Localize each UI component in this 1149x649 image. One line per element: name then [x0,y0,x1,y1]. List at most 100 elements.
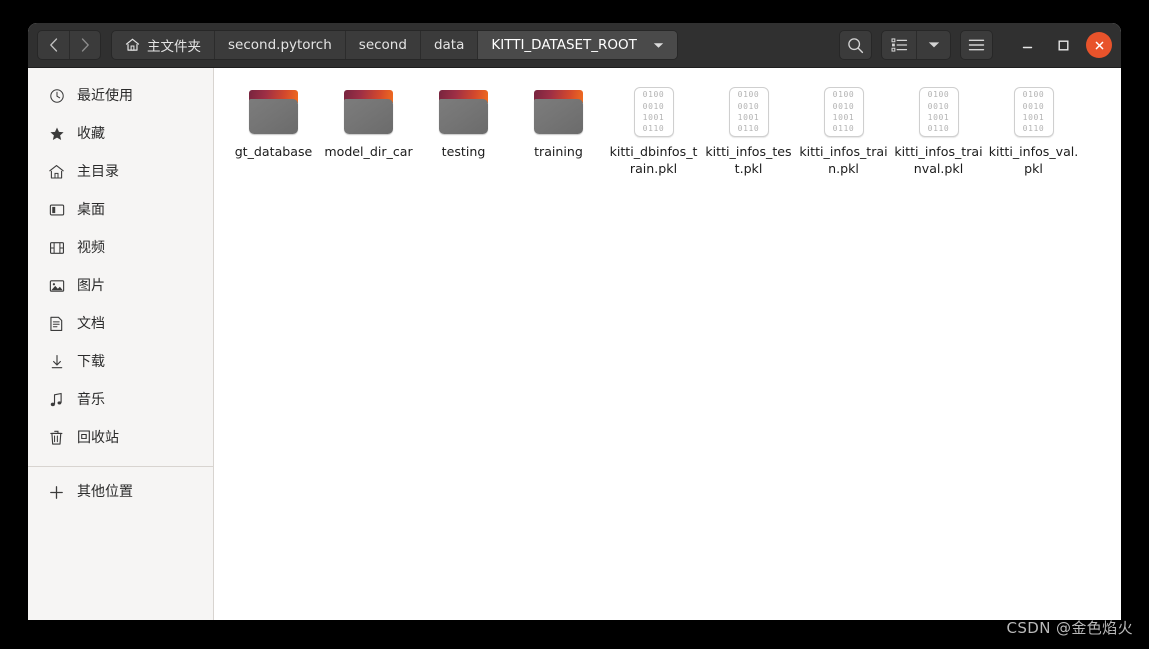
binary-row: 1001 [832,113,855,122]
folder-icon [341,86,397,138]
maximize-icon [1058,40,1069,51]
binary-row: 0010 [737,101,760,111]
star-icon [48,126,65,143]
breadcrumb-item-second-pytorch[interactable]: second.pytorch [214,31,345,59]
binary-file-icon: 0100 0010 1001 0110 [911,86,967,138]
plus-icon [48,484,65,501]
close-button[interactable] [1086,32,1112,58]
close-icon [1095,41,1103,49]
binary-row: 0010 [832,101,855,111]
breadcrumb-label: second.pytorch [228,37,332,53]
file-item-folder[interactable]: gt_database [226,80,321,181]
sidebar-item-home[interactable]: 主目录 [32,153,209,191]
navigation-buttons [37,30,101,60]
sidebar-item-label: 主目录 [77,164,119,180]
file-item-binary[interactable]: 0100 0010 1001 0110 kitti_infos_train.pk… [796,80,891,181]
sidebar-item-videos[interactable]: 视频 [32,229,209,267]
sidebar-item-desktop[interactable]: 桌面 [32,191,209,229]
binary-row: 1001 [737,113,760,122]
file-item-label: kitti_infos_test.pkl [705,144,792,176]
folder-icon [246,86,302,138]
binary-row: 0010 [1022,101,1045,111]
file-item-folder[interactable]: training [511,80,606,181]
breadcrumb-label: data [433,37,465,53]
sidebar-item-label: 视频 [77,240,105,256]
sidebar-item-label: 回收站 [77,430,119,446]
sidebar-item-label: 图片 [77,278,105,294]
sidebar-item-recent[interactable]: 最近使用 [32,77,209,115]
file-item-binary[interactable]: 0100 0010 1001 0110 kitti_dbinfos_train.… [606,80,701,181]
file-item-binary[interactable]: 0100 0010 1001 0110 kitti_infos_test.pkl [701,80,796,181]
main-menu-button[interactable] [960,30,993,60]
sidebar-item-label: 下载 [77,354,105,370]
sidebar-item-downloads[interactable]: 下载 [32,343,209,381]
sidebar-item-trash[interactable]: 回收站 [32,419,209,457]
file-item-folder[interactable]: model_dir_car [321,80,416,181]
binary-file-icon: 0100 0010 1001 0110 [816,86,872,138]
window-controls [1014,32,1112,58]
binary-row: 1001 [1022,113,1045,122]
binary-row: 0100 [642,90,665,100]
sidebar-item-starred[interactable]: 收藏 [32,115,209,153]
file-list-view[interactable]: gt_database model_dir_car testing traini… [214,68,1121,620]
file-item-folder[interactable]: testing [416,80,511,181]
headerbar: 主文件夹 second.pytorch second data KITTI_DA… [28,23,1121,68]
view-mode-buttons [881,30,951,60]
binary-row: 0110 [832,124,855,134]
binary-row: 0100 [832,90,855,100]
chevron-down-icon [928,42,939,48]
minimize-button[interactable] [1014,32,1040,58]
download-icon [48,354,65,371]
forward-button[interactable] [69,31,100,59]
breadcrumb-label: 主文件夹 [147,39,201,55]
desktop-icon [48,202,65,219]
binary-row: 0110 [1022,124,1045,134]
headerbar-right-controls [839,30,1112,60]
binary-file-icon: 0100 0010 1001 0110 [1006,86,1062,138]
sidebar-item-label: 最近使用 [77,88,133,104]
breadcrumb-item-data[interactable]: data [419,31,477,59]
list-view-button[interactable] [882,31,916,59]
binary-row: 0100 [1022,90,1045,100]
sidebar-item-other-locations[interactable]: 其他位置 [32,473,209,511]
file-item-label: training [534,144,583,159]
file-item-binary[interactable]: 0100 0010 1001 0110 kitti_infos_val.pkl [986,80,1081,181]
hamburger-menu-icon [968,39,985,51]
breadcrumb-item-kitti-dataset-root[interactable]: KITTI_DATASET_ROOT [477,31,677,59]
image-icon [48,278,65,295]
search-button[interactable] [839,30,872,60]
binary-row: 1001 [642,113,665,122]
sidebar-item-documents[interactable]: 文档 [32,305,209,343]
sidebar-divider [28,466,213,467]
view-options-dropdown[interactable] [916,31,950,59]
chevron-down-icon[interactable] [653,42,664,49]
back-button[interactable] [38,31,69,59]
trash-icon [48,430,65,447]
icon-grid: gt_database model_dir_car testing traini… [226,80,1111,181]
breadcrumb-label: KITTI_DATASET_ROOT [491,37,637,53]
chevron-left-icon [50,38,58,52]
chevron-right-icon [81,38,89,52]
clock-icon [48,88,65,105]
binary-file-icon: 0100 0010 1001 0110 [721,86,777,138]
sidebar-item-label: 桌面 [77,202,105,218]
binary-row: 0110 [927,124,950,134]
music-icon [48,392,65,409]
sidebar-item-music[interactable]: 音乐 [32,381,209,419]
watermark: CSDN @金色焰火 [1006,619,1133,637]
file-item-label: gt_database [234,144,313,159]
breadcrumb-item-second[interactable]: second [344,31,420,59]
file-item-label: model_dir_car [324,144,413,159]
file-item-label: testing [441,144,486,159]
maximize-button[interactable] [1050,32,1076,58]
binary-row: 1001 [927,113,950,122]
file-item-binary[interactable]: 0100 0010 1001 0110 kitti_infos_trainval… [891,80,986,181]
sidebar-item-pictures[interactable]: 图片 [32,267,209,305]
file-item-label: kitti_dbinfos_train.pkl [609,144,698,176]
binary-row: 0110 [737,124,760,134]
home-icon [125,38,140,52]
file-item-label: kitti_infos_train.pkl [799,144,888,176]
breadcrumb-item-home[interactable]: 主文件夹 [112,31,214,59]
window-body: 最近使用 收藏 主目录 桌面 视频 图片 文档 下载 音乐 回收站 其他位置 g… [28,68,1121,620]
breadcrumb-label: second [358,37,407,53]
